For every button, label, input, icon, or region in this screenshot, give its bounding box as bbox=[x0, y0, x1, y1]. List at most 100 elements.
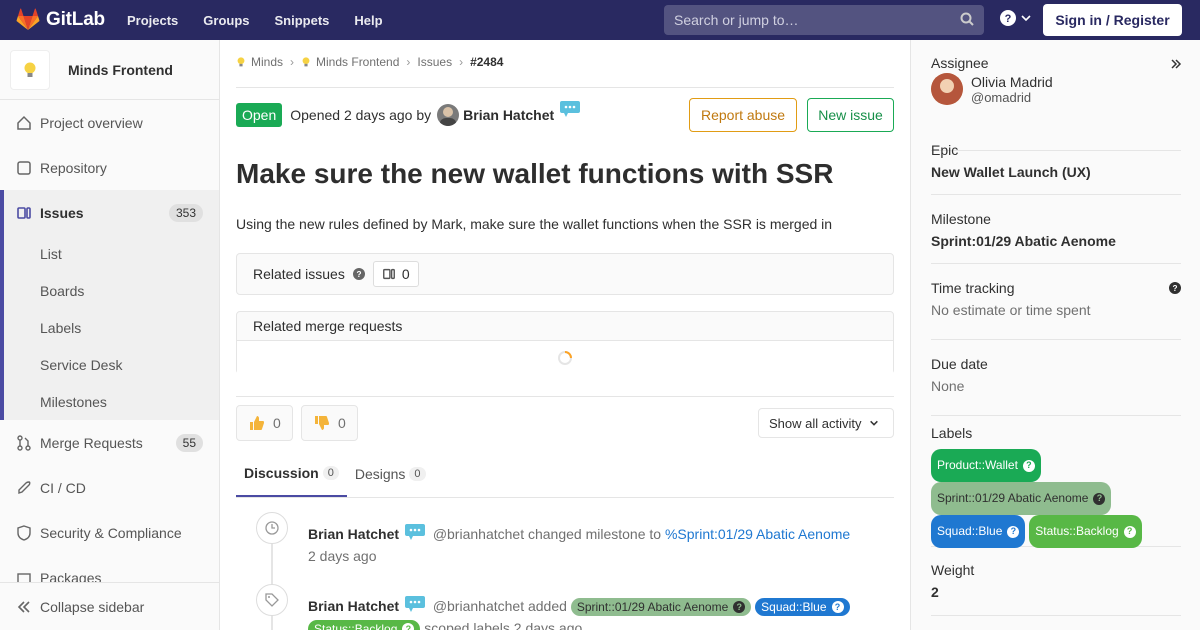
help-dropdown[interactable]: ? bbox=[1000, 10, 1032, 26]
author-name[interactable]: Brian Hatchet bbox=[463, 107, 554, 123]
breadcrumb-separator: › bbox=[459, 55, 464, 69]
label-text: Status::Backlog bbox=[314, 622, 398, 630]
label-text: Sprint::01/29 Abatic Aenome bbox=[576, 600, 729, 614]
status-message-icon bbox=[404, 524, 425, 540]
subnav-service-desk[interactable]: Service Desk bbox=[4, 346, 219, 383]
nav-groups[interactable]: Groups bbox=[203, 13, 249, 28]
label-sprint[interactable]: Sprint::01/29 Abatic Aenome? bbox=[570, 598, 752, 616]
signin-button[interactable]: Sign in / Register bbox=[1043, 4, 1182, 36]
sidebar-label: Security & Compliance bbox=[40, 524, 182, 541]
nav-help[interactable]: Help bbox=[354, 13, 382, 28]
svg-text:?: ? bbox=[1005, 13, 1012, 25]
svg-text:?: ? bbox=[356, 270, 361, 279]
label-product[interactable]: Product::Wallet? bbox=[931, 449, 1041, 482]
sidebar-item-merge-requests[interactable]: Merge Requests 55 bbox=[0, 420, 219, 465]
bulb-icon bbox=[302, 57, 310, 67]
sidebar-item-issues[interactable]: Issues 353 bbox=[0, 190, 219, 235]
question-icon: ? bbox=[1093, 492, 1106, 505]
report-abuse-button[interactable]: Report abuse bbox=[689, 98, 797, 132]
subnav-list[interactable]: List bbox=[4, 235, 219, 272]
note-author[interactable]: Brian Hatchet bbox=[308, 526, 399, 542]
book-icon bbox=[16, 160, 32, 176]
sidebar-item-repository[interactable]: Repository bbox=[0, 145, 219, 190]
issues-icon bbox=[16, 205, 32, 221]
breadcrumb-separator: › bbox=[406, 55, 411, 69]
gitlab-logo[interactable]: GitLab bbox=[16, 8, 105, 32]
sidebar-label: Issues bbox=[40, 204, 84, 221]
label-squad[interactable]: Squad::Blue? bbox=[755, 598, 850, 616]
note-handle[interactable]: @brianhatchet bbox=[433, 526, 524, 542]
left-sidebar: Minds Frontend Project overview Reposito… bbox=[0, 40, 220, 630]
label-status[interactable]: Status::Backlog? bbox=[308, 620, 421, 630]
system-note: Brian Hatchet @brianhatchet added Sprint… bbox=[308, 596, 888, 630]
thumbs-down-button[interactable]: 0 bbox=[301, 405, 358, 441]
subnav-boards[interactable]: Boards bbox=[4, 272, 219, 309]
rocket-icon bbox=[16, 480, 32, 496]
label-text: Status::Backlog bbox=[1035, 524, 1119, 538]
activity-filter-dropdown[interactable]: Show all activity bbox=[758, 408, 894, 438]
issue-meta: Open Opened 2 days ago by Brian Hatchet bbox=[236, 101, 581, 127]
weight-value: 2 bbox=[931, 584, 939, 600]
milestone-value[interactable]: Sprint:01/29 Abatic Aenome bbox=[931, 233, 1181, 249]
note-time: 2 days ago bbox=[308, 548, 377, 564]
project-header[interactable]: Minds Frontend bbox=[0, 40, 219, 100]
assignee-avatar[interactable] bbox=[931, 73, 963, 105]
thumbs-up-button[interactable]: 0 bbox=[236, 405, 293, 441]
chevron-down-icon bbox=[870, 420, 879, 426]
status-message-icon bbox=[560, 101, 581, 117]
note-text: added bbox=[527, 598, 567, 614]
labels-block: Labels Product::Wallet? Sprint::01/29 Ab… bbox=[931, 425, 1181, 548]
time-tracking-block: Time tracking ? No estimate or time spen… bbox=[931, 280, 1181, 340]
sidebar-item-overview[interactable]: Project overview bbox=[0, 100, 219, 145]
tab-designs[interactable]: Designs 0 bbox=[347, 450, 434, 497]
tab-count: 0 bbox=[409, 466, 426, 481]
note-text: changed milestone to bbox=[527, 526, 662, 542]
collapse-sidebar-button[interactable]: Collapse sidebar bbox=[0, 582, 219, 630]
question-icon: ? bbox=[831, 601, 844, 613]
due-date-title: Due date bbox=[931, 356, 988, 372]
tab-discussion[interactable]: Discussion 0 bbox=[236, 450, 347, 497]
epic-value[interactable]: New Wallet Launch (UX) bbox=[931, 164, 1181, 180]
mr-count-badge: 55 bbox=[175, 433, 203, 452]
breadcrumb-issue-number[interactable]: #2484 bbox=[470, 55, 503, 69]
issue-main: Minds › Minds Frontend › Issues › #2484 … bbox=[220, 40, 910, 630]
milestone-link[interactable]: %Sprint:01/29 Abatic Aenome bbox=[665, 526, 850, 542]
breadcrumb-issues[interactable]: Issues bbox=[417, 55, 452, 69]
breadcrumb-project[interactable]: Minds Frontend bbox=[316, 55, 399, 69]
thumbs-down-count: 0 bbox=[338, 415, 346, 431]
subnav-labels[interactable]: Labels bbox=[4, 309, 219, 346]
thumbs-up-icon bbox=[250, 416, 264, 430]
question-icon[interactable]: ? bbox=[1169, 282, 1181, 294]
bulb-icon bbox=[237, 57, 245, 67]
search-input[interactable]: Search or jump to… bbox=[664, 5, 984, 35]
milestone-title: Milestone bbox=[931, 211, 991, 227]
note-handle[interactable]: @brianhatchet bbox=[433, 598, 524, 614]
label-status[interactable]: Status::Backlog? bbox=[1029, 515, 1142, 548]
sidebar-item-security[interactable]: Security & Compliance bbox=[0, 510, 219, 555]
question-icon: ? bbox=[402, 623, 415, 630]
label-sprint[interactable]: Sprint::01/29 Abatic Aenome? bbox=[931, 482, 1112, 515]
sidebar-item-cicd[interactable]: CI / CD bbox=[0, 465, 219, 510]
activity-filter-label: Show all activity bbox=[769, 415, 862, 431]
subnav-milestones[interactable]: Milestones bbox=[4, 383, 219, 420]
new-issue-button[interactable]: New issue bbox=[807, 98, 894, 132]
question-icon[interactable]: ? bbox=[352, 268, 365, 280]
breadcrumb: Minds › Minds Frontend › Issues › #2484 bbox=[236, 55, 503, 69]
breadcrumb-minds[interactable]: Minds bbox=[251, 55, 283, 69]
question-icon: ? bbox=[1007, 525, 1020, 538]
note-author[interactable]: Brian Hatchet bbox=[308, 598, 399, 614]
epic-title: Epic bbox=[931, 142, 959, 158]
issues-icon bbox=[382, 268, 395, 280]
collapse-label: Collapse sidebar bbox=[40, 598, 145, 615]
chevron-down-icon bbox=[1021, 15, 1031, 22]
nav-projects[interactable]: Projects bbox=[127, 13, 178, 28]
double-chevron-right-icon[interactable] bbox=[1169, 57, 1183, 71]
merge-request-icon bbox=[16, 434, 32, 451]
brand-name: GitLab bbox=[46, 9, 105, 30]
author-avatar[interactable] bbox=[437, 104, 460, 126]
assignee-name[interactable]: Olivia Madrid bbox=[971, 74, 1053, 90]
nav-snippets[interactable]: Snippets bbox=[275, 13, 330, 28]
label-squad[interactable]: Squad::Blue? bbox=[931, 515, 1026, 548]
issues-count-badge: 353 bbox=[168, 203, 203, 222]
due-date-value: None bbox=[931, 378, 965, 394]
